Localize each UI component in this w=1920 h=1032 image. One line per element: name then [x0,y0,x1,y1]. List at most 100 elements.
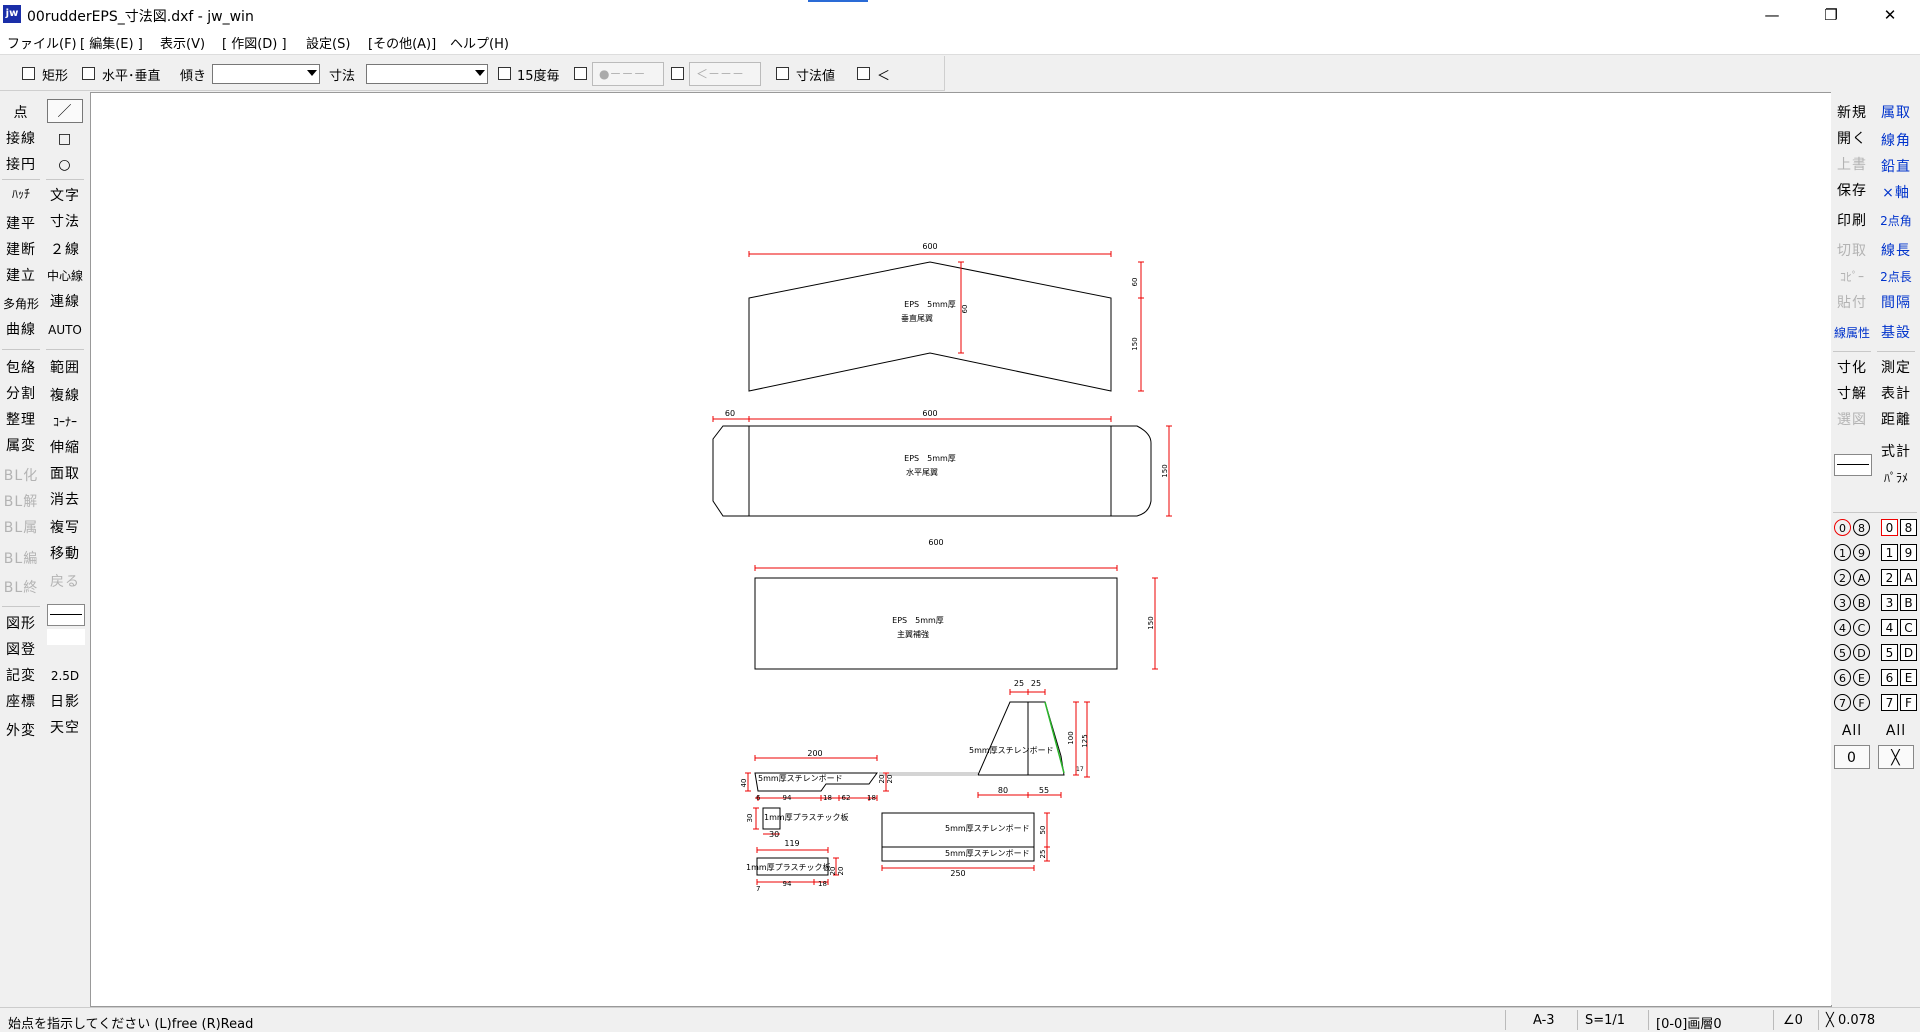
menu-file[interactable]: ファイル(F) [7,33,77,52]
tool-center-line[interactable]: 中心線 [47,264,83,288]
tool-interval[interactable]: 間隔 [1878,291,1914,315]
layer-d[interactable]: D [1900,644,1917,661]
menu-help[interactable]: ヘルプ(H) [450,33,509,52]
tool-dim-release[interactable]: 寸解 [1834,382,1870,406]
layer-3[interactable]: 3 [1881,594,1898,611]
menu-settings[interactable]: 設定(S) [306,33,350,52]
tool-line[interactable]: ／ [47,99,83,123]
color-swatch[interactable] [47,629,85,645]
tool-move[interactable]: 移動 [47,542,83,566]
tool-line-length[interactable]: 線長 [1878,239,1914,263]
layer-4[interactable]: 4 [1881,619,1898,636]
tool-polygon[interactable]: 多角形 [3,292,39,316]
tool-coordinate[interactable]: 座標 [3,690,39,714]
tool-chamfer[interactable]: 面取 [47,462,83,486]
layer-f[interactable]: F [1900,694,1917,711]
tool-x-axis[interactable]: ×軸 [1878,181,1914,205]
tool-figure[interactable]: 図形 [3,612,39,636]
menu-other[interactable]: [その他(A)] [368,33,436,52]
tool-copy[interactable]: 複写 [47,516,83,540]
tool-select-figure[interactable]: 選図 [1834,408,1870,432]
layer-group-b[interactable]: B [1853,594,1870,611]
tool-symbol-change[interactable]: 記変 [3,664,39,688]
paper-size[interactable]: A-3 [1533,1013,1555,1028]
tool-text[interactable]: 文字 [47,184,83,208]
circle-option-checkbox[interactable] [574,67,587,80]
tool-shadow[interactable]: 日影 [47,690,83,714]
tool-auto[interactable]: AUTO [47,318,83,342]
tool-print[interactable]: 印刷 [1834,209,1870,233]
tool-sky[interactable]: 天空 [47,716,83,740]
layer-e[interactable]: E [1900,669,1917,686]
layer-status[interactable]: [0-0]画層0 [1656,1013,1722,1032]
tool-attr-change[interactable]: 属変 [3,434,39,458]
angle-value[interactable]: ∠0 [1783,1013,1803,1028]
arrow-dash-button[interactable]: ＜－－－ [689,62,761,86]
layer-all-button[interactable]: All [1878,719,1914,743]
tool-stretch[interactable]: 伸縮 [47,436,83,460]
tool-2-5d[interactable]: 2.5D [47,664,83,688]
tool-attr-get[interactable]: 属取 [1878,101,1914,125]
tool-arch-section[interactable]: 建断 [3,238,39,262]
horiz-vert-checkbox[interactable] [82,67,95,80]
tool-new[interactable]: 新規 [1834,101,1870,125]
layer-group-c[interactable]: C [1853,619,1870,636]
scale-value[interactable]: S=1/1 [1585,1013,1625,1028]
tool-bl-make[interactable]: BL化 [3,464,39,488]
layer-group-2[interactable]: 2 [1834,569,1851,586]
tool-distance[interactable]: 距離 [1878,408,1914,432]
dim-value-checkbox[interactable] [776,67,789,80]
rect-checkbox[interactable] [22,67,35,80]
layer-5[interactable]: 5 [1881,644,1898,661]
tool-copy-clip[interactable]: ｺﾋﾟｰ [1834,265,1870,289]
part2-right-cap[interactable] [1111,425,1152,517]
tool-bl-end[interactable]: BL終 [3,576,39,600]
tool-arch-plan[interactable]: 建平 [3,212,39,236]
tool-erase[interactable]: 消去 [47,488,83,512]
layer-b[interactable]: B [1900,594,1917,611]
tool-base-set[interactable]: 基設 [1878,321,1914,345]
tool-paste[interactable]: 貼付 [1834,291,1870,315]
layer-8[interactable]: 8 [1900,519,1917,536]
layer-x-button[interactable]: ╳ [1878,745,1914,769]
tool-tangent[interactable]: 接線 [3,127,39,151]
layer-group-1[interactable]: 1 [1834,544,1851,561]
layer-group-5[interactable]: 5 [1834,644,1851,661]
tool-save[interactable]: 保存 [1834,179,1870,203]
tool-open[interactable]: 開く [1834,127,1870,151]
tool-2pt-length[interactable]: 2点長 [1878,265,1914,289]
tool-range[interactable]: 範囲 [47,356,83,380]
tool-double-line[interactable]: ２線 [47,238,83,262]
line-type-swatch[interactable] [47,604,85,626]
tool-connect-line[interactable]: 連線 [47,290,83,314]
tool-line-attr[interactable]: 線属性 [1834,321,1870,345]
menu-draw[interactable]: [ 作図(D) ] [222,33,287,52]
tool-2pt-angle[interactable]: 2点角 [1878,209,1914,233]
tool-curve[interactable]: 曲線 [3,318,39,342]
layer-7[interactable]: 7 [1881,694,1898,711]
layer-group-e[interactable]: E [1853,669,1870,686]
tool-point[interactable]: 点 [3,101,39,125]
layer-a[interactable]: A [1900,569,1917,586]
tool-bl-edit[interactable]: BL編 [3,547,39,571]
layer-group-4[interactable]: 4 [1834,619,1851,636]
dim-combo[interactable] [366,64,488,84]
restore-button[interactable]: ❐ [1802,0,1860,30]
layer-line-swatch[interactable] [1834,454,1872,476]
tool-overwrite[interactable]: 上書 [1834,153,1870,177]
tool-arch-elevation[interactable]: 建立 [3,264,39,288]
layer-2[interactable]: 2 [1881,569,1898,586]
layer-6[interactable]: 6 [1881,669,1898,686]
drawing-canvas[interactable]: 600 60 150 60 EPS 5mm厚 垂直尾翼 60 600 150 E… [90,92,1832,1007]
circle-dash-button[interactable]: ●－－－ [592,62,664,86]
zoom-value[interactable]: ╳ 0.078 [1826,1013,1875,1028]
tool-line-angle[interactable]: 線角 [1878,129,1914,153]
layer-group-7[interactable]: 7 [1834,694,1851,711]
minimize-button[interactable]: — [1743,0,1801,30]
close-button[interactable]: ✕ [1861,0,1919,30]
tool-bl-attr[interactable]: BL属 [3,516,39,540]
lt-checkbox[interactable] [857,67,870,80]
tool-dim-make[interactable]: 寸化 [1834,356,1870,380]
part2-left-cap[interactable] [712,425,749,517]
layer-group-zero-button[interactable]: 0 [1834,745,1870,769]
